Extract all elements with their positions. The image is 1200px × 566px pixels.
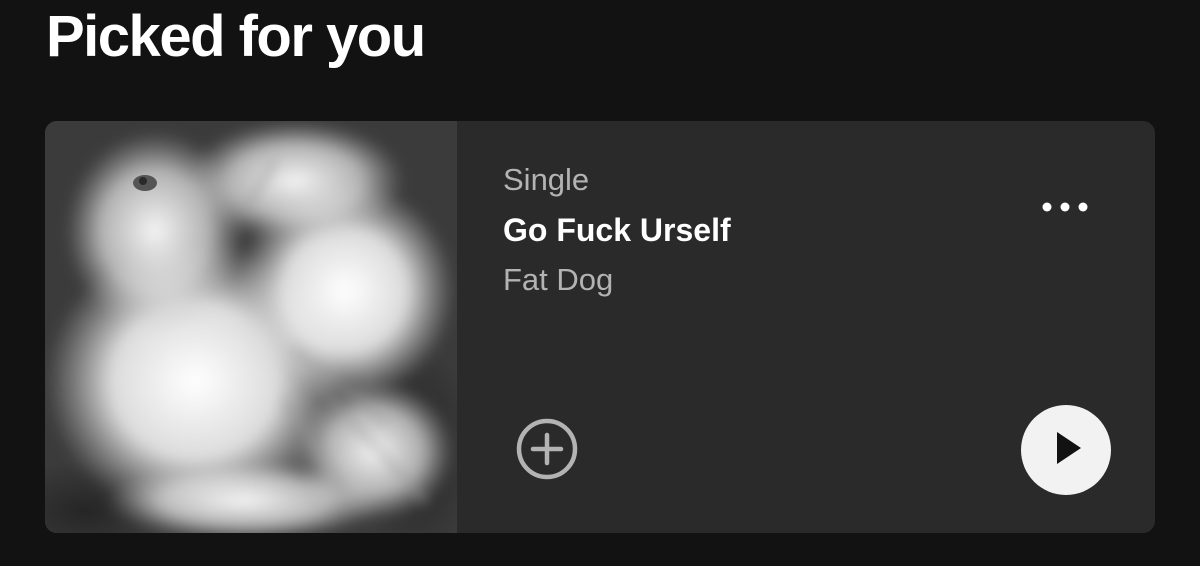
picked-for-you-section: Picked for you Single Go Fuck Urself Fat…	[0, 0, 1200, 566]
album-cover-art	[45, 121, 457, 533]
more-horizontal-icon	[1041, 200, 1089, 218]
plus-circle-icon	[515, 417, 579, 486]
release-type-label: Single	[503, 162, 590, 197]
add-to-library-button[interactable]	[515, 417, 579, 486]
recommendation-card[interactable]: Single Go Fuck Urself Fat Dog	[45, 121, 1155, 533]
album-cover[interactable]	[45, 121, 457, 533]
play-icon	[1046, 428, 1086, 473]
artist-name[interactable]: Fat Dog	[503, 261, 613, 299]
play-button[interactable]	[1021, 405, 1111, 495]
section-title: Picked for you	[46, 4, 426, 69]
more-options-button[interactable]	[1035, 189, 1095, 229]
track-title[interactable]: Go Fuck Urself	[503, 210, 731, 250]
